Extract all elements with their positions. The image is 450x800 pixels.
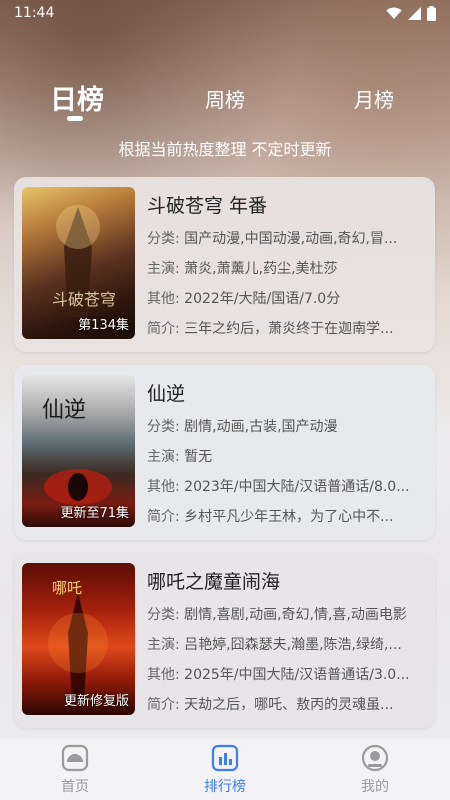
category-value: 国产动漫,中国动漫,动画,奇幻,冒... [184, 231, 398, 247]
tab-indicator [67, 116, 83, 121]
other-label: 其他: [147, 479, 180, 495]
bottom-nav: 首页 排行榜 我的 [0, 738, 450, 800]
card-other: 其他: 2025年/中国大陆/汉语普通话/3.0... [147, 664, 419, 684]
category-value: 剧情,动画,古装,国产动漫 [184, 419, 338, 435]
poster-episode-tag: 更新修复版 [63, 694, 129, 709]
other-value: 2023年/中国大陆/汉语普通话/8.0... [184, 479, 410, 495]
card-title: 斗破苍穹 年番 [147, 195, 268, 217]
nav-profile[interactable]: 我的 [325, 738, 425, 800]
intro-value: 三年之约后，萧炎终于在迦南学... [184, 321, 394, 337]
nav-home[interactable]: 首页 [25, 738, 125, 800]
nav-ranking[interactable]: 排行榜 [175, 738, 275, 800]
cast-value: 暂无 [184, 449, 213, 465]
other-label: 其他: [147, 667, 180, 683]
intro-label: 简介: [147, 321, 180, 337]
intro-label: 简介: [147, 697, 180, 713]
battery-icon [427, 5, 436, 21]
home-icon [61, 744, 89, 772]
wifi-icon [386, 7, 402, 19]
poster-episode-tag: 第134集 [78, 318, 129, 333]
tab-daily[interactable]: 日榜 [50, 78, 104, 117]
card-cast: 主演: 萧炎,萧薰儿,药尘,美杜莎 [147, 258, 419, 278]
status-time: 11:44 [14, 5, 55, 21]
cast-value: 吕艳婷,囧森瑟夫,瀚墨,陈浩,绿绮,... [184, 637, 402, 653]
profile-icon [361, 744, 389, 772]
status-icons [386, 5, 436, 21]
card-intro: 简介: 天劫之后，哪吒、敖丙的灵魂虽... [147, 694, 419, 714]
category-label: 分类: [147, 231, 180, 247]
card-other: 其他: 2022年/大陆/国语/7.0分 [147, 288, 419, 308]
signal-icon [408, 6, 421, 20]
other-label: 其他: [147, 291, 180, 307]
poster-episode-tag: 更新至71集 [60, 506, 129, 521]
cast-label: 主演: [147, 449, 180, 465]
ranking-subtitle: 根据当前热度整理 不定时更新 [118, 140, 332, 159]
intro-value: 天劫之后，哪吒、敖丙的灵魂虽... [184, 697, 394, 713]
card-title: 哪吒之魔童闹海 [147, 571, 281, 593]
card-intro: 简介: 乡村平凡少年王林，为了心中不... [147, 506, 419, 526]
nav-profile-label: 我的 [361, 779, 389, 795]
tab-monthly[interactable]: 月榜 [354, 84, 394, 113]
ranking-card[interactable]: 仙逆 更新至71集 仙逆 分类: 剧情,动画,古装,国产动漫 主演: 暂无 其他… [14, 365, 435, 540]
poster-image[interactable]: 斗破苍穹 第134集 [22, 187, 135, 339]
svg-text:哪吒: 哪吒 [52, 579, 82, 597]
card-other: 其他: 2023年/中国大陆/汉语普通话/8.0... [147, 476, 419, 496]
other-value: 2022年/大陆/国语/7.0分 [184, 291, 341, 307]
svg-text:仙逆: 仙逆 [42, 398, 86, 423]
status-bar: 11:44 [0, 0, 450, 26]
card-intro: 简介: 三年之约后，萧炎终于在迦南学... [147, 318, 419, 338]
cast-label: 主演: [147, 637, 180, 653]
other-value: 2025年/中国大陆/汉语普通话/3.0... [184, 667, 410, 683]
category-label: 分类: [147, 607, 180, 623]
ranking-tabs: 日榜 周榜 月榜 [0, 74, 450, 124]
category-label: 分类: [147, 419, 180, 435]
card-category: 分类: 剧情,动画,古装,国产动漫 [147, 416, 419, 436]
category-value: 剧情,喜剧,动画,奇幻,情,喜,动画电影 [184, 607, 407, 623]
nav-home-label: 首页 [61, 779, 89, 795]
card-cast: 主演: 吕艳婷,囧森瑟夫,瀚墨,陈浩,绿绮,... [147, 634, 419, 654]
card-category: 分类: 剧情,喜剧,动画,奇幻,情,喜,动画电影 [147, 604, 419, 624]
ranking-card[interactable]: 哪吒 更新修复版 哪吒之魔童闹海 分类: 剧情,喜剧,动画,奇幻,情,喜,动画电… [14, 553, 435, 728]
intro-label: 简介: [147, 509, 180, 525]
card-cast: 主演: 暂无 [147, 446, 419, 466]
cast-value: 萧炎,萧薰儿,药尘,美杜莎 [184, 261, 338, 277]
nav-ranking-label: 排行榜 [204, 779, 246, 795]
cast-label: 主演: [147, 261, 180, 277]
tab-weekly[interactable]: 周榜 [205, 84, 245, 113]
poster-image[interactable]: 哪吒 更新修复版 [22, 563, 135, 715]
ranking-card[interactable]: 斗破苍穹 第134集 斗破苍穹 年番 分类: 国产动漫,中国动漫,动画,奇幻,冒… [14, 177, 435, 352]
card-category: 分类: 国产动漫,中国动漫,动画,奇幻,冒... [147, 228, 419, 248]
card-title: 仙逆 [147, 383, 186, 405]
poster-image[interactable]: 仙逆 更新至71集 [22, 375, 135, 527]
svg-text:斗破苍穹: 斗破苍穹 [52, 290, 116, 309]
ranking-icon [211, 744, 239, 772]
intro-value: 乡村平凡少年王林，为了心中不... [184, 509, 394, 525]
